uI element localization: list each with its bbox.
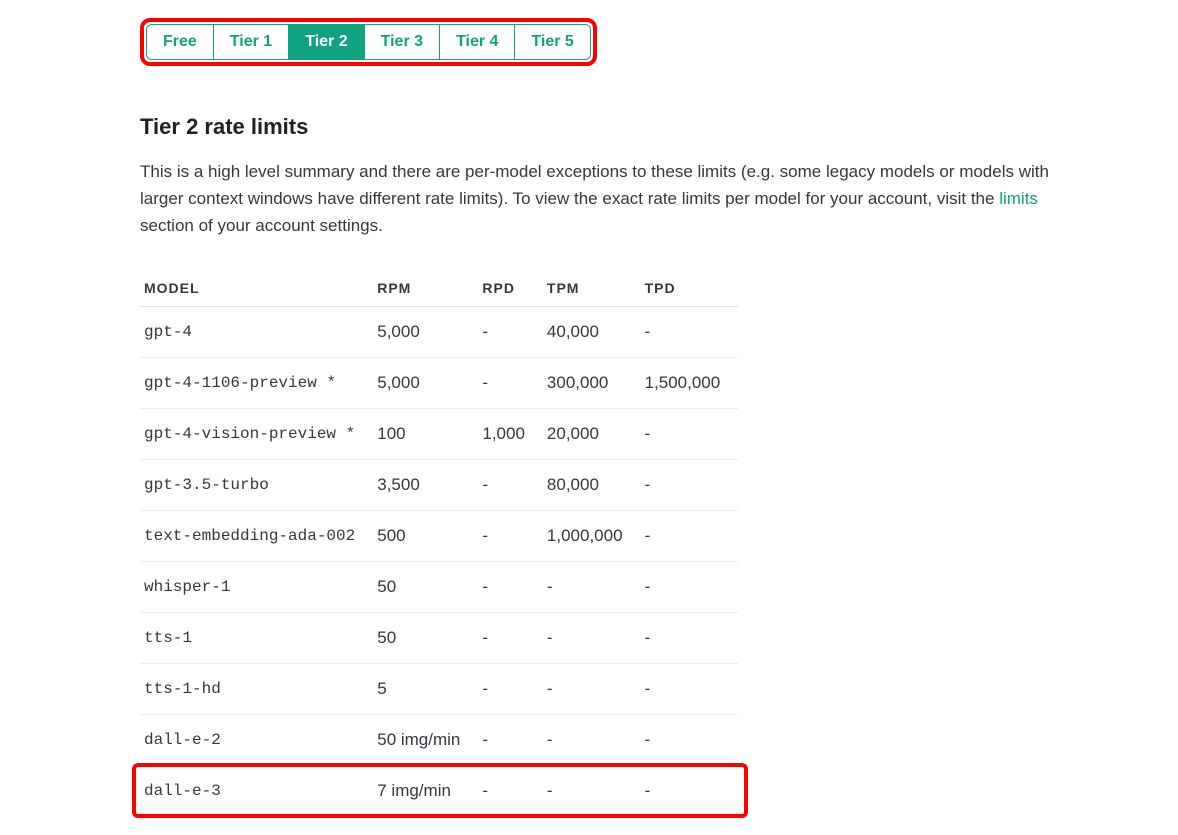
cell-rpm: 5,000 xyxy=(373,306,478,357)
cell-rpd: - xyxy=(478,459,543,510)
cell-rpm: 5 xyxy=(373,663,478,714)
table-row: dall-e-37 img/min--- xyxy=(140,765,738,816)
cell-model: gpt-3.5-turbo xyxy=(140,459,373,510)
cell-rpm: 50 img/min xyxy=(373,714,478,765)
cell-model: text-embedding-ada-002 xyxy=(140,510,373,561)
cell-tpm: - xyxy=(543,714,641,765)
cell-tpd: - xyxy=(641,510,739,561)
cell-tpd: - xyxy=(641,765,739,816)
cell-tpd: - xyxy=(641,561,739,612)
cell-rpm: 50 xyxy=(373,612,478,663)
cell-tpd: - xyxy=(641,612,739,663)
table-row: text-embedding-ada-002500-1,000,000- xyxy=(140,510,738,561)
column-header: RPM xyxy=(373,270,478,307)
cell-rpm: 5,000 xyxy=(373,357,478,408)
cell-tpm: - xyxy=(543,663,641,714)
cell-tpd: - xyxy=(641,408,739,459)
description-pre: This is a high level summary and there a… xyxy=(140,162,1049,208)
column-header: TPD xyxy=(641,270,739,307)
table-row: dall-e-250 img/min--- xyxy=(140,714,738,765)
cell-tpm: 80,000 xyxy=(543,459,641,510)
cell-model: tts-1 xyxy=(140,612,373,663)
page-title: Tier 2 rate limits xyxy=(140,114,1178,140)
cell-model: gpt-4-vision-preview * xyxy=(140,408,373,459)
cell-rpd: - xyxy=(478,357,543,408)
tab-tier-4[interactable]: Tier 4 xyxy=(440,25,515,59)
cell-rpd: - xyxy=(478,612,543,663)
cell-tpm: 300,000 xyxy=(543,357,641,408)
cell-rpd: - xyxy=(478,561,543,612)
cell-model: dall-e-3 xyxy=(140,765,373,816)
cell-rpm: 3,500 xyxy=(373,459,478,510)
tab-tier-2[interactable]: Tier 2 xyxy=(289,25,364,59)
cell-model: whisper-1 xyxy=(140,561,373,612)
table-row: gpt-4-vision-preview *1001,00020,000- xyxy=(140,408,738,459)
cell-tpd: 1,500,000 xyxy=(641,357,739,408)
tab-tier-3[interactable]: Tier 3 xyxy=(365,25,440,59)
cell-rpd: 1,000 xyxy=(478,408,543,459)
table-row: gpt-4-1106-preview *5,000-300,0001,500,0… xyxy=(140,357,738,408)
tab-free[interactable]: Free xyxy=(147,25,214,59)
cell-tpm: 1,000,000 xyxy=(543,510,641,561)
cell-rpm: 50 xyxy=(373,561,478,612)
cell-rpd: - xyxy=(478,510,543,561)
cell-tpd: - xyxy=(641,663,739,714)
table-row: gpt-3.5-turbo3,500-80,000- xyxy=(140,459,738,510)
rate-limits-table: MODELRPMRPDTPMTPD gpt-45,000-40,000-gpt-… xyxy=(140,270,738,817)
tier-tabs: FreeTier 1Tier 2Tier 3Tier 4Tier 5 xyxy=(146,24,591,60)
limits-link[interactable]: limits xyxy=(999,189,1038,208)
column-header: MODEL xyxy=(140,270,373,307)
cell-model: gpt-4 xyxy=(140,306,373,357)
cell-tpd: - xyxy=(641,459,739,510)
table-row: gpt-45,000-40,000- xyxy=(140,306,738,357)
cell-tpm: - xyxy=(543,561,641,612)
cell-model: tts-1-hd xyxy=(140,663,373,714)
rate-limits-table-wrap: MODELRPMRPDTPMTPD gpt-45,000-40,000-gpt-… xyxy=(140,270,738,817)
cell-rpd: - xyxy=(478,663,543,714)
table-row: tts-150--- xyxy=(140,612,738,663)
cell-tpm: - xyxy=(543,765,641,816)
cell-model: dall-e-2 xyxy=(140,714,373,765)
cell-tpd: - xyxy=(641,306,739,357)
cell-tpm: - xyxy=(543,612,641,663)
table-row: whisper-150--- xyxy=(140,561,738,612)
cell-tpm: 40,000 xyxy=(543,306,641,357)
description: This is a high level summary and there a… xyxy=(140,158,1070,240)
table-row: tts-1-hd5--- xyxy=(140,663,738,714)
cell-tpd: - xyxy=(641,714,739,765)
tab-tier-1[interactable]: Tier 1 xyxy=(214,25,289,59)
cell-rpd: - xyxy=(478,714,543,765)
cell-model: gpt-4-1106-preview * xyxy=(140,357,373,408)
column-header: RPD xyxy=(478,270,543,307)
tier-tabs-highlight: FreeTier 1Tier 2Tier 3Tier 4Tier 5 xyxy=(140,18,597,66)
cell-rpm: 7 img/min xyxy=(373,765,478,816)
cell-rpd: - xyxy=(478,765,543,816)
tab-tier-5[interactable]: Tier 5 xyxy=(515,25,589,59)
description-post: section of your account settings. xyxy=(140,216,383,235)
cell-rpm: 500 xyxy=(373,510,478,561)
cell-tpm: 20,000 xyxy=(543,408,641,459)
cell-rpd: - xyxy=(478,306,543,357)
cell-rpm: 100 xyxy=(373,408,478,459)
column-header: TPM xyxy=(543,270,641,307)
